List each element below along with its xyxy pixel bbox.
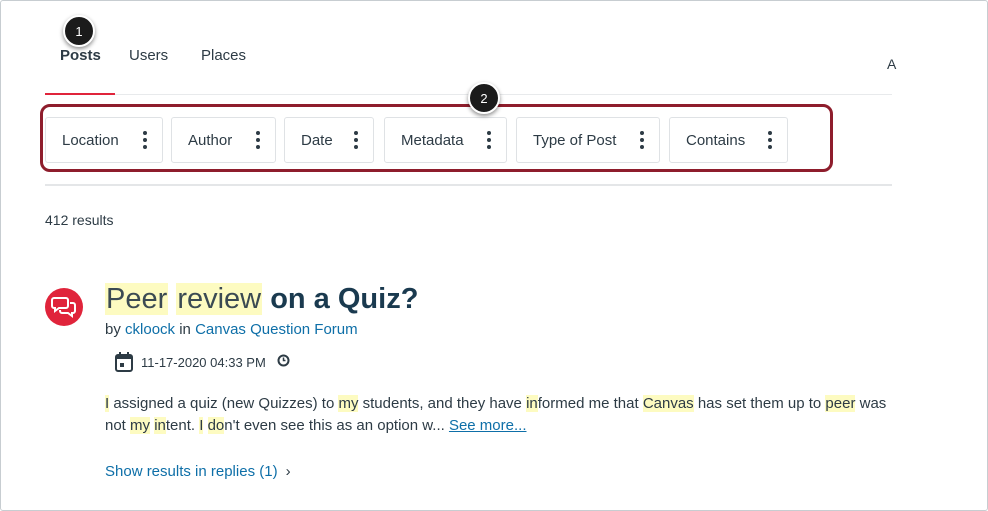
show-results-in-replies-link[interactable]: Show results in replies (1) › [105,463,291,480]
search-results-page: Posts Users Places A 1 2 Location Author… [0,0,988,511]
kebab-menu-icon [487,131,491,149]
kebab-menu-icon [256,131,260,149]
filter-label: Type of Post [533,131,617,149]
snippet-fragment: has set them up to [693,395,826,412]
board-link[interactable]: Canvas Question Forum [195,321,358,338]
search-term-highlight: peer [825,395,856,412]
snippet-fragment: tent. [165,417,200,434]
kebab-menu-icon [768,131,772,149]
search-term-highlight: in [154,417,166,434]
tab-overflow-text: A [887,56,897,72]
byline-prefix: by [105,321,126,338]
title-highlight: Peer [105,283,169,315]
filter-author[interactable]: Author [171,117,276,163]
clock-icon [277,354,290,367]
snippet-fragment: n't even see this as an option w... [224,417,449,434]
post-date: 11-17-2020 04:33 PM [141,355,266,370]
filter-metadata[interactable]: Metadata [384,117,507,163]
search-term-highlight: Canvas [642,395,694,412]
see-more-link[interactable]: See more... [449,417,527,434]
active-tab-indicator [45,93,115,95]
author-link[interactable]: ckloock [125,321,175,338]
results-count: 412 results [45,212,114,228]
filter-label: Location [62,131,119,149]
filter-location[interactable]: Location [45,117,163,163]
post-byline: by ckloock in Canvas Question Forum [105,321,358,338]
calendar-icon [115,352,133,372]
filter-label: Author [188,131,233,149]
search-term-highlight: do [207,417,225,434]
callout-marker-2: 2 [468,82,500,114]
filter-label: Metadata [401,131,464,149]
filter-contains[interactable]: Contains [669,117,788,163]
tab-users[interactable]: Users [129,47,168,64]
chevron-right-icon: › [285,463,291,480]
tab-posts[interactable]: Posts [60,47,101,64]
filter-date[interactable]: Date [284,117,374,163]
search-term-highlight: in [526,395,538,412]
kebab-menu-icon [640,131,644,149]
search-tabs: Posts Users Places A [45,39,896,95]
filter-label: Date [301,131,333,149]
callout-marker-1: 1 [63,15,95,47]
kebab-menu-icon [143,131,147,149]
filter-type-of-post[interactable]: Type of Post [516,117,660,163]
search-term-highlight: my [130,417,151,434]
tab-places[interactable]: Places [201,47,246,64]
section-divider [45,184,892,186]
title-highlight: review [176,283,263,315]
filter-label: Contains [686,131,746,149]
snippet-fragment [203,417,207,434]
snippet-fragment: formed me that [537,395,643,412]
chat-bubbles-icon [45,288,83,326]
byline-in: in [175,321,196,338]
title-rest: on a Quiz? [262,283,419,315]
search-term-highlight: my [338,395,359,412]
snippet-fragment: assigned a quiz (new Quizzes) to [109,395,339,412]
show-replies-label: Show results in replies (1) [105,463,278,480]
post-title[interactable]: Peer review on a Quiz? [105,283,418,316]
post-snippet: I assigned a quiz (new Quizzes) to my st… [105,393,905,437]
snippet-fragment: students, and they have [358,395,527,412]
kebab-menu-icon [354,131,358,149]
